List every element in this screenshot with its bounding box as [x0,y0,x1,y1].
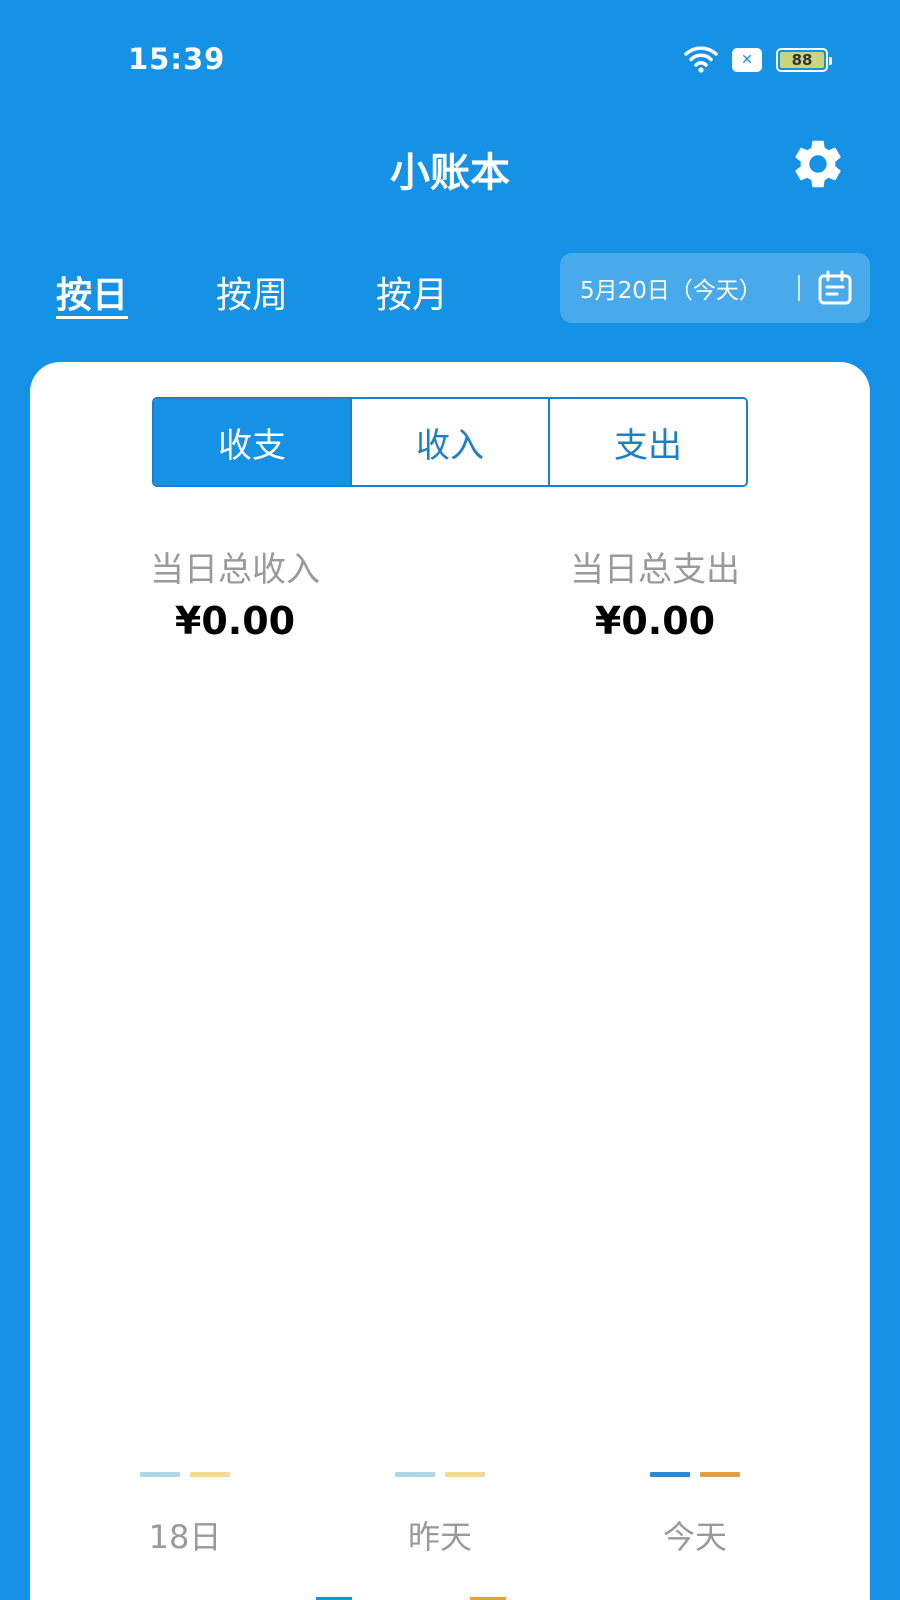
total-income: 当日总收入 ¥0.00 [85,542,385,643]
expense-bar [190,1472,230,1477]
calendar-icon[interactable] [800,253,870,323]
x-axis-label: 今天 [662,1518,727,1556]
tab-week[interactable]: 按周 [216,266,376,318]
legend-income-label: 收入 [366,1592,430,1600]
expense-bar [700,1472,740,1477]
no-sim-icon [732,48,762,72]
type-segment-control: 收支 收入 支出 [152,397,748,487]
legend-expense-label: 支出 [520,1592,584,1600]
legend-income: 收入 [315,1592,430,1600]
status-bar: 15:39 88 [0,0,900,120]
legend-expense: 支出 [470,1592,584,1600]
app-title: 小账本 [390,150,510,196]
battery-level: 88 [780,51,824,69]
status-time: 15:39 [128,42,226,76]
segment-expense[interactable]: 支出 [548,399,746,485]
x-axis-label: 昨天 [407,1518,472,1556]
income-bar [140,1472,180,1477]
expense-bar [445,1472,485,1477]
settings-button[interactable] [788,136,848,196]
bar-group[interactable] [650,1472,740,1477]
tab-day[interactable]: 按日 [56,266,216,318]
period-tabs: 按日 按周 按月 [56,266,536,318]
total-expense-value: ¥0.00 [594,599,716,643]
tab-month[interactable]: 按月 [376,266,536,318]
total-expense: 当日总支出 ¥0.00 [505,542,805,643]
main-card: 收支 收入 支出 当日总收入 ¥0.00 当日总支出 ¥0.00 18日 昨天 今天… [30,362,870,1600]
daily-bar-chart: 18日 昨天 今天 [30,1472,870,1582]
income-bar [650,1472,690,1477]
wifi-icon [684,43,718,77]
total-expense-label: 当日总支出 [570,550,740,590]
x-axis-label: 18日 [148,1518,222,1556]
chart-legend: 收入 支出 [30,1592,870,1600]
total-income-label: 当日总收入 [150,550,320,590]
date-picker-text: 5月20日（今天） [580,278,762,304]
total-income-value: ¥0.00 [174,599,296,643]
bar-group[interactable] [395,1472,485,1477]
segment-all[interactable]: 收支 [154,399,350,485]
segment-income[interactable]: 收入 [350,399,548,485]
gear-icon [789,135,847,197]
status-icons: 88 [684,43,832,77]
date-picker[interactable]: 5月20日（今天） [560,253,870,323]
income-bar [395,1472,435,1477]
bar-group[interactable] [140,1472,230,1477]
battery-icon: 88 [776,48,832,72]
